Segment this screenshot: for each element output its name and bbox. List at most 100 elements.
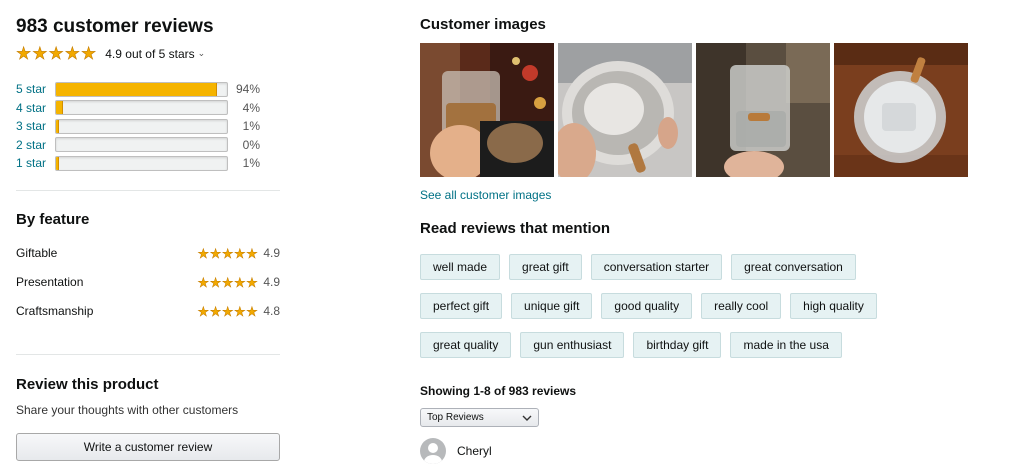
overall-star-rating: ★ ★ ★ ★ ★ [16, 44, 97, 63]
glass-closeup-photo[interactable] [558, 43, 692, 177]
chevron-down-icon [522, 415, 532, 421]
feature-row: Presentation ★ ★ ★ ★ ★ 4.9 [16, 275, 280, 289]
mention-chip[interactable]: high quality [790, 293, 877, 319]
star-icon: ★ [209, 245, 222, 261]
mention-chip[interactable]: unique gift [511, 293, 593, 319]
histogram-percent: 1% [242, 156, 260, 171]
review-product-heading: Review this product [16, 376, 159, 393]
sort-reviews-select[interactable]: Top Reviews [420, 408, 539, 427]
feature-row: Giftable ★ ★ ★ ★ ★ 4.9 [16, 246, 280, 260]
feature-rating-value: 4.9 [263, 246, 280, 260]
histogram-bar-fill [56, 119, 60, 133]
star-icon: ★ [221, 303, 234, 319]
mention-chip[interactable]: great conversation [731, 254, 856, 280]
mention-chip[interactable]: good quality [601, 293, 693, 319]
mention-chip[interactable]: birthday gift [633, 332, 722, 358]
mention-chip[interactable]: well made [420, 254, 501, 280]
histogram-row[interactable]: 3 star 1% [16, 117, 280, 136]
glass-topdown-photo[interactable] [834, 43, 968, 177]
star-icon: ★ [48, 44, 64, 63]
star-icon: ★ [221, 274, 234, 290]
mention-chip[interactable]: gun enthusiast [520, 332, 625, 358]
overall-rating-text[interactable]: 4.9 out of 5 stars [105, 47, 194, 61]
glass-with-bullet-photo[interactable] [696, 43, 830, 177]
histogram-row[interactable]: 2 star 0% [16, 136, 280, 155]
histogram-bar[interactable] [55, 100, 228, 116]
star-icon: ★ [234, 303, 246, 319]
histogram-bar[interactable] [55, 81, 228, 97]
histogram-star-label[interactable]: 2 star [16, 138, 55, 152]
histogram-percent: 0% [242, 137, 260, 152]
by-feature-heading: By feature [16, 211, 90, 228]
reviews-count-title: 983 customer reviews [16, 16, 214, 37]
histogram-star-label[interactable]: 3 star [16, 119, 55, 133]
star-icon: ★ [81, 44, 97, 63]
customer-images-row [420, 43, 972, 177]
avatar [420, 438, 446, 464]
feature-rating-value: 4.8 [263, 304, 280, 318]
chevron-down-icon[interactable]: ⌄ [198, 48, 206, 59]
mention-chip[interactable]: great gift [509, 254, 582, 280]
histogram-bar-fill [56, 156, 60, 170]
histogram-star-label[interactable]: 1 star [16, 156, 55, 170]
mention-chip[interactable]: made in the usa [730, 332, 842, 358]
whiskey-glass-photo[interactable] [420, 43, 554, 177]
star-icon: ★ [16, 44, 32, 63]
mention-chip-row: well made great gift conversation starter g… [420, 254, 1010, 280]
sort-selected-value: Top Reviews [427, 412, 484, 423]
star-icon: ★ [221, 245, 234, 261]
histogram-bar[interactable] [55, 137, 228, 153]
feature-rating-value: 4.9 [263, 275, 280, 289]
feature-star-rating: ★ ★ ★ ★ ★ [197, 303, 259, 319]
histogram-row[interactable]: 5 star 94% [16, 80, 280, 99]
customer-images-heading: Customer images [420, 16, 546, 33]
section-divider [16, 190, 280, 191]
overall-rating[interactable]: ★ ★ ★ ★ ★ 4.9 out of 5 stars ⌄ [16, 44, 206, 63]
rating-histogram: 5 star 94% 4 star 4% 3 star 1% 2 star 0% 1 star 1… [16, 80, 280, 173]
mention-chip[interactable]: really cool [701, 293, 782, 319]
star-icon: ★ [209, 274, 222, 290]
histogram-percent: 94% [235, 82, 260, 97]
see-all-images-link[interactable]: See all customer images [420, 188, 551, 202]
feature-name: Presentation [16, 275, 84, 289]
star-icon: ★ [246, 274, 258, 290]
histogram-row[interactable]: 1 star 1% [16, 154, 280, 173]
reviewer-name[interactable]: Cheryl [457, 444, 492, 458]
feature-star-rating: ★ ★ ★ ★ ★ [197, 274, 259, 290]
histogram-percent: 4% [242, 100, 260, 115]
star-icon: ★ [209, 303, 222, 319]
histogram-bar[interactable] [55, 155, 228, 171]
star-icon: ★ [197, 303, 210, 319]
star-icon: ★ [197, 274, 210, 290]
histogram-percent: 1% [242, 119, 260, 134]
section-divider [16, 354, 280, 355]
mention-chip-row: great quality gun enthusiast birthday gift… [420, 332, 1010, 358]
feature-star-rating: ★ ★ ★ ★ ★ [197, 245, 259, 261]
mention-chip-row: perfect gift unique gift good quality reall… [420, 293, 1010, 319]
histogram-bar-fill [56, 101, 63, 115]
mention-chip[interactable]: great quality [420, 332, 512, 358]
histogram-star-label[interactable]: 5 star [16, 82, 55, 96]
write-review-button[interactable]: Write a customer review [16, 433, 280, 461]
showing-reviews-text: Showing 1-8 of 983 reviews [420, 384, 577, 398]
feature-row: Craftsmanship ★ ★ ★ ★ ★ 4.8 [16, 304, 280, 318]
histogram-bar-fill [56, 82, 217, 96]
mention-chip[interactable]: perfect gift [420, 293, 503, 319]
star-icon: ★ [234, 274, 246, 290]
star-icon: ★ [197, 245, 210, 261]
star-icon: ★ [246, 245, 258, 261]
star-icon: ★ [64, 44, 80, 63]
reviewer-profile[interactable]: Cheryl [420, 438, 492, 464]
feature-name: Craftsmanship [16, 304, 94, 318]
feature-name: Giftable [16, 246, 58, 260]
mention-chip[interactable]: conversation starter [590, 254, 723, 280]
review-product-subtext: Share your thoughts with other customers [16, 403, 239, 417]
mentions-heading: Read reviews that mention [420, 220, 611, 237]
star-icon: ★ [246, 303, 258, 319]
mention-chips: well made great gift conversation starter g… [420, 254, 1010, 371]
histogram-row[interactable]: 4 star 4% [16, 99, 280, 118]
star-icon: ★ [234, 245, 246, 261]
star-icon: ★ [32, 44, 48, 63]
histogram-star-label[interactable]: 4 star [16, 101, 55, 115]
histogram-bar[interactable] [55, 118, 228, 134]
